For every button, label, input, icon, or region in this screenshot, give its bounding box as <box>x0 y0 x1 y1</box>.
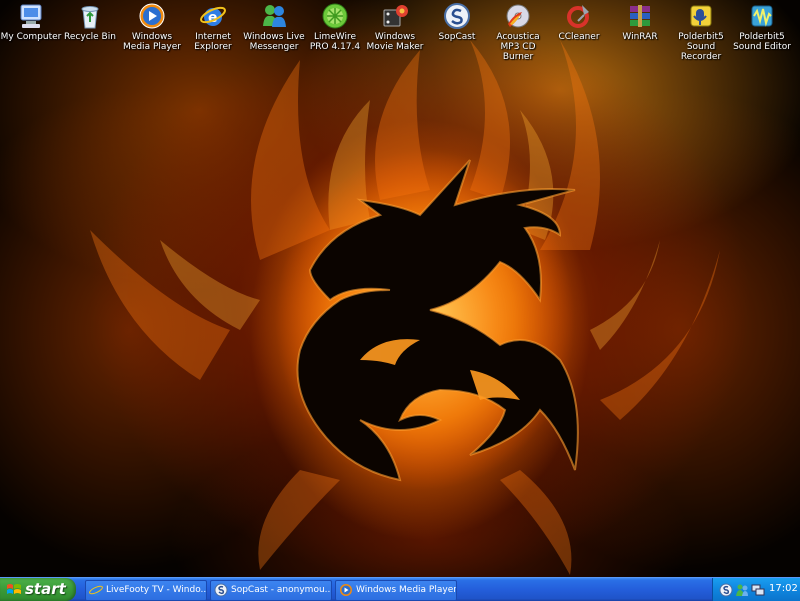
media-player-icon <box>339 583 353 597</box>
taskbar-button-livefooty[interactable]: LiveFooty TV - Windo... <box>85 580 207 601</box>
desktop-icon-my-computer[interactable]: My Computer <box>0 2 62 42</box>
desktop-icon-label: Internet Explorer <box>194 32 232 52</box>
taskbar: start LiveFooty TV - Windo... SopCast - … <box>0 577 800 601</box>
desktop-icon-label: LimeWire PRO 4.17.4 <box>309 32 361 52</box>
desktop-icon-ccleaner[interactable]: CCleaner <box>548 2 610 42</box>
taskbar-button-label: Windows Media Player <box>356 585 457 595</box>
desktop-icon-polderbit5-sound-recorder[interactable]: Polderbit5 Sound Recorder <box>670 2 732 62</box>
limewire-icon <box>321 2 349 30</box>
start-label: start <box>25 580 66 598</box>
taskbar-button-label: LiveFooty TV - Windo... <box>106 585 207 595</box>
desktop-icon-label: Windows Media Player <box>123 32 181 52</box>
desktop-icon-label: Polderbit5 Sound Recorder <box>678 32 724 62</box>
taskbar-button-label: SopCast - anonymou... <box>231 585 332 595</box>
desktop-icon-label: SopCast <box>438 32 476 42</box>
system-tray: 17:02 <box>712 578 800 601</box>
taskbar-button-sopcast[interactable]: SopCast - anonymou... <box>210 580 332 601</box>
desktop-icon-label: CCleaner <box>558 32 600 42</box>
sopcast-icon <box>214 583 228 597</box>
desktop-icon-acoustica-mp3-cd-burner[interactable]: Acoustica MP3 CD Burner <box>487 2 549 62</box>
desktop-icon-sopcast[interactable]: SopCast <box>426 2 488 42</box>
desktop-icon-winrar[interactable]: WinRAR <box>609 2 671 42</box>
ie-icon <box>89 583 103 597</box>
desktop-icon-limewire[interactable]: LimeWire PRO 4.17.4 <box>304 2 366 52</box>
ccleaner-icon <box>565 2 593 30</box>
desktop-icon-label: Windows Live Messenger <box>243 32 305 52</box>
sopcast-tray-icon[interactable] <box>719 582 733 597</box>
sound-editor-icon <box>748 2 776 30</box>
dragon-wallpaper <box>90 40 720 575</box>
desktop-icon-windows-media-player[interactable]: Windows Media Player <box>121 2 183 52</box>
my-computer-icon <box>17 2 45 30</box>
internet-explorer-icon: e <box>199 2 227 30</box>
desktop-icon-label: WinRAR <box>622 32 658 42</box>
taskbar-button-windows-media-player[interactable]: Windows Media Player <box>335 580 457 601</box>
desktop-icon-label: Windows Movie Maker <box>366 32 424 52</box>
desktop-icon-windows-movie-maker[interactable]: Windows Movie Maker <box>364 2 426 52</box>
cd-burner-icon <box>504 2 532 30</box>
messenger-tray-icon[interactable] <box>735 582 749 596</box>
desktop-icon-label: Acoustica MP3 CD Burner <box>496 32 540 62</box>
winrar-icon <box>626 2 654 30</box>
messenger-icon <box>260 2 288 30</box>
windows-media-player-icon <box>138 2 166 30</box>
start-button[interactable]: start <box>0 578 76 601</box>
network-tray-icon[interactable] <box>751 582 765 596</box>
windows-logo-icon <box>6 582 22 601</box>
clock[interactable]: 17:02 <box>769 583 798 594</box>
desktop[interactable]: My Computer Recycle Bin Windows Media Pl… <box>0 0 800 577</box>
sopcast-icon <box>443 2 471 30</box>
sound-recorder-icon <box>687 2 715 30</box>
desktop-icon-label: My Computer <box>0 32 62 42</box>
desktop-icon-polderbit5-sound-editor[interactable]: Polderbit5 Sound Editor <box>731 2 793 52</box>
desktop-icon-label: Recycle Bin <box>64 32 116 42</box>
movie-maker-icon <box>381 2 409 30</box>
desktop-icon-internet-explorer[interactable]: e Internet Explorer <box>182 2 244 52</box>
desktop-icon-label: Polderbit5 Sound Editor <box>733 32 791 52</box>
recycle-bin-icon <box>76 2 104 30</box>
desktop-icon-windows-live-messenger[interactable]: Windows Live Messenger <box>243 2 305 52</box>
desktop-icon-recycle-bin[interactable]: Recycle Bin <box>59 2 121 42</box>
